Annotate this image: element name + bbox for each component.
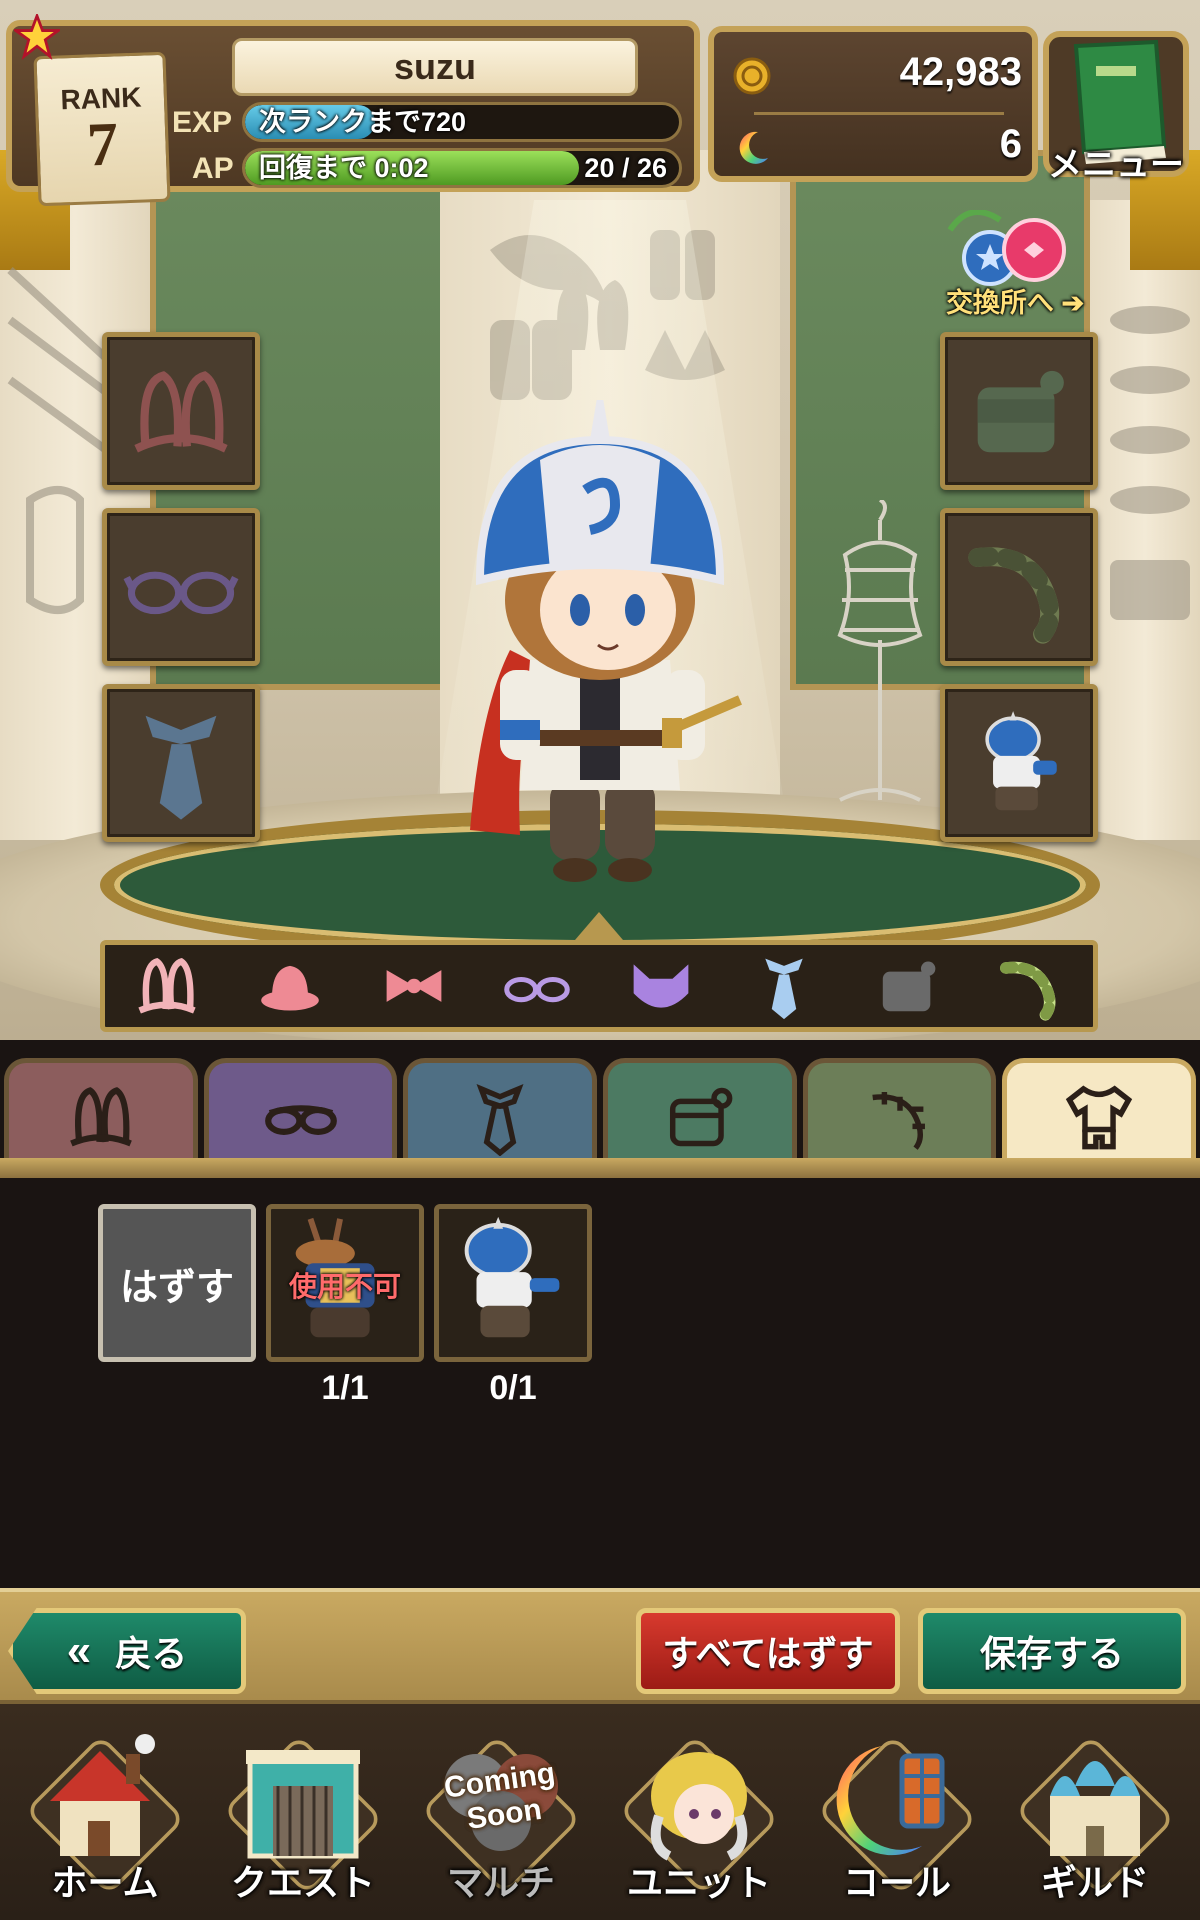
exchange-text: 交換所へ: [945, 288, 1054, 318]
tail-icon[interactable]: [995, 950, 1067, 1022]
exchange-button[interactable]: 交換所へ ➔: [930, 210, 1100, 320]
nav-unit-label: ユニット: [626, 1862, 771, 1903]
tail-icon: [968, 547, 1060, 644]
ribbon-icon[interactable]: [378, 950, 450, 1022]
nav-call-label: コール: [842, 1862, 951, 1903]
tie-slot[interactable]: [102, 684, 260, 842]
exp-label: EXP: [172, 106, 233, 139]
nav-home-label: ホーム: [51, 1862, 159, 1903]
nav-guild-label: ギルド: [1040, 1862, 1149, 1903]
wall-shoes: [1110, 306, 1190, 620]
menu-label: メニュー: [1048, 146, 1184, 184]
save-button[interactable]: 保存する: [918, 1608, 1186, 1694]
glasses-icon[interactable]: [501, 950, 573, 1022]
currency-divider: [754, 112, 1004, 115]
bag-slot[interactable]: [940, 332, 1098, 490]
ears-slot[interactable]: [102, 332, 260, 490]
glasses-icon: [264, 1104, 337, 1135]
unequip-button[interactable]: はずす: [98, 1204, 256, 1362]
tab-divider: [0, 1158, 1200, 1178]
tab-glasses[interactable]: [203, 1058, 398, 1170]
equipment-tabs: [0, 1058, 1200, 1170]
outfit-thumbnail: [464, 1216, 560, 1338]
moon-row: 6: [732, 122, 1022, 178]
currency-panel: 42,983 6: [708, 26, 1038, 182]
mannequin: [837, 500, 923, 802]
tab-ears[interactable]: [4, 1058, 198, 1170]
unequip-all-button[interactable]: すべてはずす: [636, 1608, 900, 1694]
moon-amount: 6: [999, 122, 1022, 166]
back-label: 戻る: [115, 1633, 188, 1674]
gold-coin-icon: [733, 57, 771, 95]
item-count: 0/1: [489, 1369, 537, 1407]
exchange-label: 交換所へ ➔: [930, 281, 1100, 320]
arrow-right-icon: ➔: [1053, 288, 1085, 318]
bag-icon: [977, 370, 1064, 453]
nav-quest[interactable]: クエスト: [210, 1714, 396, 1910]
nav-quest-label: クエスト: [230, 1862, 375, 1903]
inventory-grid: はずす 使用不可 1/1 0/1: [0, 1178, 1200, 1588]
coin-row: 42,983: [732, 50, 1022, 106]
tab-tie[interactable]: [403, 1058, 598, 1170]
bag-icon[interactable]: [872, 950, 944, 1022]
hat-icon[interactable]: [254, 950, 326, 1022]
tie-icon[interactable]: [748, 950, 820, 1022]
glasses-icon: [123, 571, 239, 615]
tab-bag[interactable]: [603, 1058, 797, 1170]
bottom-nav: ホーム クエスト Coming Soon マルチ ユニット コール ギルド: [0, 1704, 1200, 1920]
exchange-orbs-icon: [947, 210, 1066, 286]
inventory-item[interactable]: 使用不可 1/1: [266, 1204, 424, 1407]
tie-icon: [476, 1083, 524, 1156]
player-character: [470, 400, 742, 882]
nav-multi-label: マルチ: [446, 1862, 555, 1903]
action-bar: « 戻る すべてはずす 保存する: [0, 1588, 1200, 1704]
ap-timer: 回復まで 0:02: [259, 153, 429, 183]
tab-outfit[interactable]: [1002, 1058, 1197, 1170]
header: RANK 7 suzu EXP 次ランクまで720 AP 回復まで 0:02 2…: [0, 0, 1200, 318]
nav-multi[interactable]: Coming Soon マルチ: [408, 1714, 594, 1910]
nav-guild[interactable]: ギルド: [1002, 1714, 1188, 1910]
rainbow-moon-icon: [739, 131, 768, 164]
rabbit-ears-icon: [69, 1086, 132, 1146]
ap-count: 20 / 26: [584, 153, 667, 183]
outfit-icon: [1066, 1085, 1133, 1149]
outfit-slot[interactable]: [940, 684, 1098, 842]
rabbit-ears-icon: [134, 371, 228, 453]
cat-mask-icon[interactable]: [625, 950, 697, 1022]
menu-button[interactable]: メニュー: [1036, 26, 1196, 186]
nav-unit[interactable]: ユニット: [606, 1714, 792, 1910]
inventory-item[interactable]: 0/1: [434, 1204, 592, 1407]
rank-star-icon: [14, 14, 60, 60]
item-count: 1/1: [321, 1369, 369, 1407]
ap-label: AP: [192, 152, 234, 185]
coin-amount: 42,983: [899, 50, 1022, 94]
glasses-slot[interactable]: [102, 508, 260, 666]
category-strip: [100, 940, 1098, 1032]
exp-text: 次ランクまで720: [259, 107, 467, 137]
rabbit-ears-icon[interactable]: [131, 950, 203, 1022]
double-chevron-left-icon: «: [66, 1626, 92, 1675]
player-status-panel: RANK 7 suzu EXP 次ランクまで720 AP 回復まで 0:02 2…: [6, 20, 700, 207]
back-button[interactable]: « 戻る: [8, 1608, 246, 1694]
category-pointer: [575, 912, 623, 940]
ap-bar: 回復まで 0:02 20 / 26: [242, 148, 682, 188]
rank-value: 7: [85, 110, 120, 180]
rank-card: RANK 7: [33, 51, 171, 207]
unusable-label: 使用不可: [288, 1271, 401, 1302]
player-name: suzu: [232, 38, 638, 96]
tab-tail[interactable]: [802, 1058, 997, 1170]
tie-icon: [145, 715, 217, 820]
tail-icon: [871, 1091, 925, 1150]
exp-bar: 次ランクまで720: [242, 102, 682, 142]
nav-home[interactable]: ホーム: [12, 1714, 198, 1910]
equipped-outfit-icon: [985, 711, 1057, 811]
tail-slot[interactable]: [940, 508, 1098, 666]
bag-icon: [669, 1087, 733, 1146]
nav-call[interactable]: コール: [804, 1714, 990, 1910]
